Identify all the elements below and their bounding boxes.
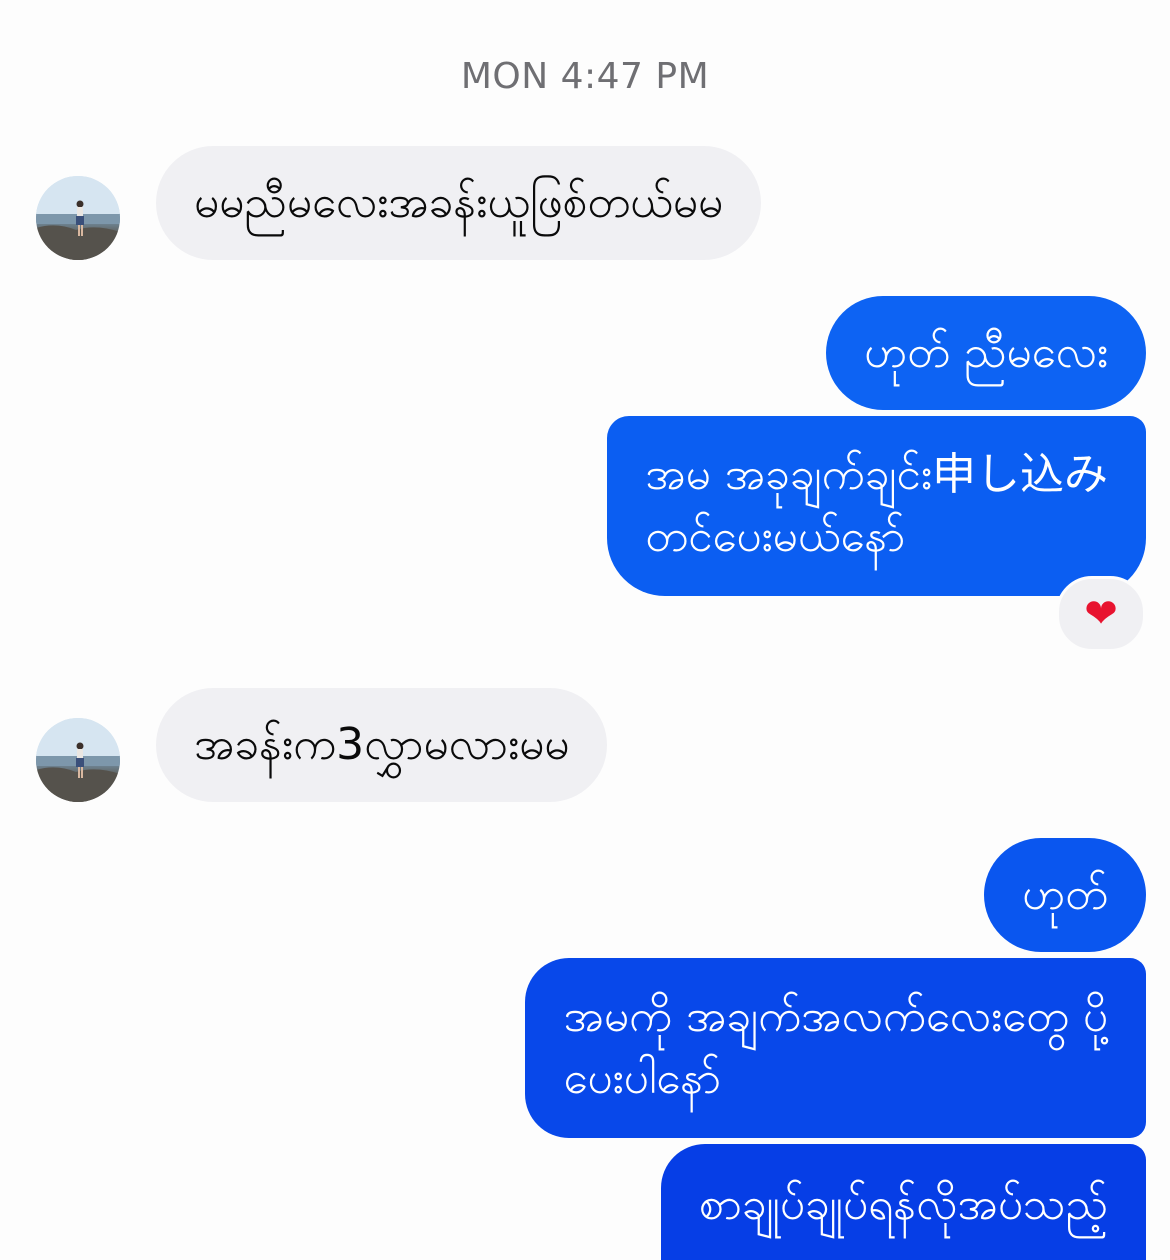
avatar-photo-icon (36, 176, 120, 260)
message-line: အမ အခုချက်ချင်း申し込み (645, 449, 1108, 500)
outgoing-message[interactable]: စာချုပ်ချုပ်ရန်လိုအပ်သည့် (661, 1144, 1146, 1260)
message-text: ဟုတ် (1022, 869, 1108, 920)
contact-avatar[interactable] (36, 176, 120, 260)
outgoing-message[interactable]: အမ အခုချက်ချင်း申し込み တင်ပေးမယ်နော် (607, 416, 1146, 596)
incoming-message[interactable]: မမညီမလေးအခန်းယူဖြစ်တယ်မမ (156, 146, 762, 260)
outgoing-message[interactable]: ဟုတ် (984, 838, 1146, 952)
chat-screen: MON 4:47 PM မမညီမလေးအခန်းယူဖြစ်တယ်မမ ဟုတ… (0, 0, 1170, 1260)
contact-avatar[interactable] (36, 718, 120, 802)
avatar-photo-icon (36, 718, 120, 802)
outgoing-message[interactable]: အမကို အချက်အလက်လေးတွေ ပို့ ပေးပါနော် (525, 958, 1146, 1138)
message-text: မမညီမလေးအခန်းယူဖြစ်တယ်မမ (194, 177, 724, 228)
message-line: တင်ပေးမယ်နော် (645, 511, 906, 562)
message-line: အမကို အချက်အလက်လေးတွေ ပို့ (563, 991, 1108, 1042)
message-line: ပေးပါနော် (563, 1053, 722, 1104)
message-text: ဟုတ် ညီမလေး (864, 327, 1108, 378)
incoming-message[interactable]: အခန်းက3လွှာမလားမမ (156, 688, 608, 802)
outgoing-message[interactable]: ဟုတ် ညီမလေး (826, 296, 1146, 410)
message-line: စာချုပ်ချုပ်ရန်လိုအပ်သည့် (699, 1179, 1108, 1230)
reaction-emoji: ❤ (1084, 591, 1118, 637)
timestamp: MON 4:47 PM (460, 56, 710, 97)
message-text: အခန်းက3လွှာမလားမမ (194, 719, 570, 770)
heart-reaction-icon[interactable]: ❤ (1056, 576, 1146, 652)
